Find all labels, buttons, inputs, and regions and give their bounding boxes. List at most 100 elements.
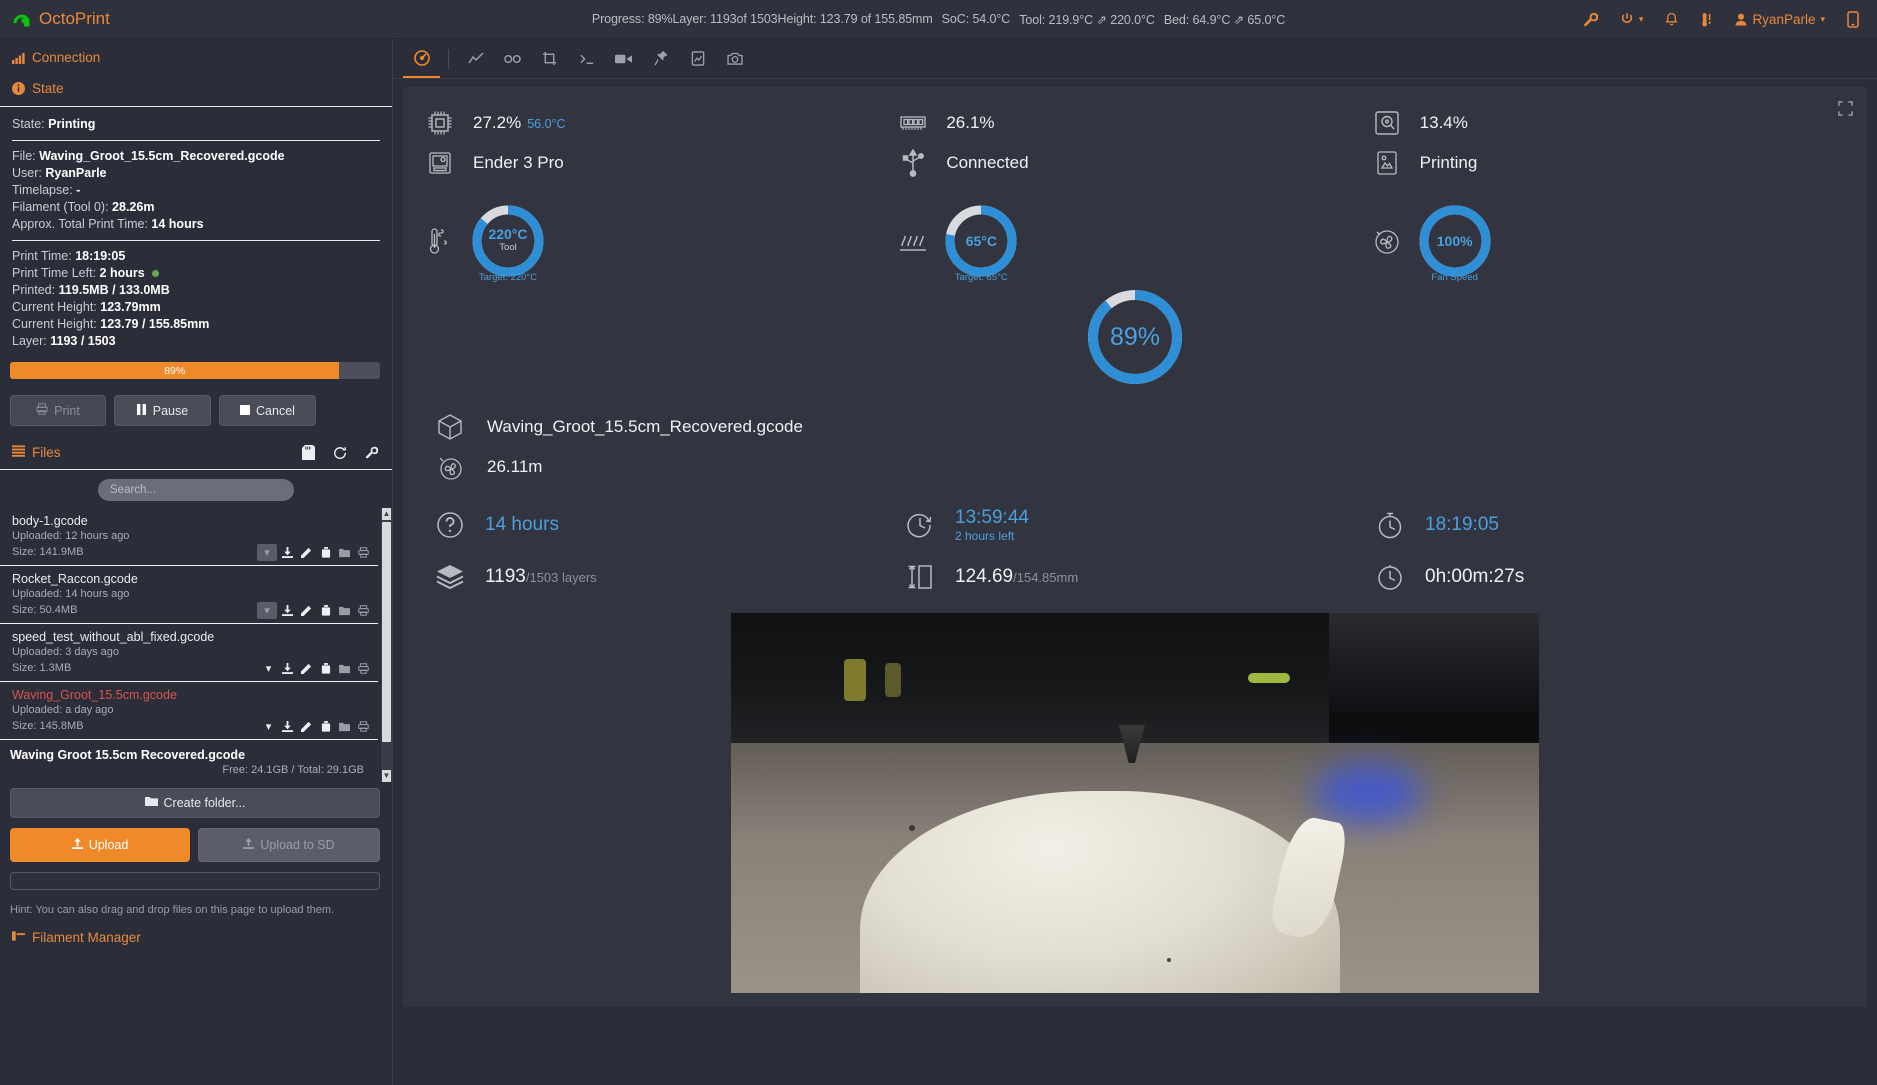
tab-webcam[interactable] xyxy=(716,40,753,78)
thermometer-tool-icon xyxy=(425,226,455,256)
green-strip xyxy=(1248,673,1291,683)
print-time-row: Print Time: 18:19:05 xyxy=(12,248,380,265)
edit-icon[interactable] xyxy=(298,602,315,619)
tab-temperature[interactable] xyxy=(457,40,494,78)
tab-bedlevel[interactable] xyxy=(642,40,679,78)
create-folder-button[interactable]: Create folder... xyxy=(10,788,380,818)
print-file-icon[interactable] xyxy=(355,544,372,561)
scroll-down-arrow[interactable]: ▼ xyxy=(382,770,391,782)
download-icon[interactable] xyxy=(279,718,296,735)
sidebar-section-state[interactable]: State xyxy=(0,75,392,106)
files-wrench-icon[interactable] xyxy=(365,446,378,459)
files-title-group[interactable]: Files xyxy=(12,445,61,460)
tab-plugin[interactable] xyxy=(679,40,716,78)
divider xyxy=(12,140,380,141)
upload-dropzone[interactable] xyxy=(10,872,380,890)
delete-icon[interactable] xyxy=(317,660,334,677)
bell-icon[interactable] xyxy=(1665,12,1678,27)
wrench-icon[interactable] xyxy=(1583,12,1598,27)
file-list: ▲ ▼ body-1.gcode Uploaded: 12 hours ago … xyxy=(0,508,392,782)
file-list-item[interactable]: body-1.gcode Uploaded: 12 hours ago Size… xyxy=(0,508,378,566)
expand-icon[interactable] xyxy=(1838,101,1853,119)
memory-value: 26.1% xyxy=(946,113,995,132)
mobile-icon[interactable] xyxy=(1847,10,1859,28)
scroll-up-arrow[interactable]: ▲ xyxy=(382,508,391,520)
tab-timelapse[interactable] xyxy=(605,40,642,78)
file-list-item[interactable]: Rocket_Raccon.gcode Uploaded: 14 hours a… xyxy=(0,566,378,624)
job-info-rows: Waving_Groot_15.5cm_Recovered.gcode 26.1… xyxy=(403,389,1867,487)
delete-icon[interactable] xyxy=(317,544,334,561)
current-height-row: Current Height: 123.79mm xyxy=(12,299,380,316)
upload-to-sd-button[interactable]: Upload to SD xyxy=(198,828,380,862)
sd-card-icon[interactable] xyxy=(302,445,315,460)
file-list-item[interactable]: speed_test_without_abl_fixed.gcode Uploa… xyxy=(0,624,378,682)
print-time-key: Print Time: xyxy=(12,249,72,263)
file-list-item[interactable]: Waving_Groot_15.5cm.gcode Uploaded: a da… xyxy=(0,682,378,740)
move-icon[interactable] xyxy=(336,602,353,619)
file-item-uploaded: Uploaded: 3 days ago xyxy=(12,646,120,658)
move-icon[interactable] xyxy=(336,544,353,561)
chevron-down-icon[interactable]: ▾ xyxy=(257,602,277,619)
tab-dashboard[interactable] xyxy=(403,40,440,78)
tab-terminal[interactable] xyxy=(568,40,605,78)
files-header-actions xyxy=(302,445,378,460)
delete-icon[interactable] xyxy=(317,718,334,735)
status-soc: SoC: 54.0°C xyxy=(941,12,1011,26)
printed-object xyxy=(860,791,1341,993)
tool-temp-gauge: 220°C Tool Target: 220°C xyxy=(469,202,547,283)
status-tool: Tool: 219.9°C ⇗ 220.0°C xyxy=(1019,12,1155,27)
print-button[interactable]: Print xyxy=(10,395,106,426)
search-input[interactable] xyxy=(98,479,294,501)
webcam-feed[interactable] xyxy=(731,613,1539,993)
cancel-button[interactable]: Cancel xyxy=(219,395,316,426)
webcam-wrap xyxy=(403,613,1867,993)
job-state-stat: Printing xyxy=(1372,143,1845,183)
print-file-icon[interactable] xyxy=(355,660,372,677)
job-progress-label: 89% xyxy=(1109,322,1161,351)
avatar xyxy=(1735,13,1747,25)
pause-button[interactable]: Pause xyxy=(114,395,211,426)
chevron-down-icon[interactable]: ▾ xyxy=(257,544,277,561)
file-list-scrollbar[interactable]: ▲ ▼ xyxy=(381,508,392,782)
tab-gcode-viewer[interactable] xyxy=(531,40,568,78)
edit-icon[interactable] xyxy=(298,718,315,735)
move-icon[interactable] xyxy=(336,660,353,677)
estimated-time-value: 14 hours xyxy=(485,514,559,535)
scroll-thumb[interactable] xyxy=(382,522,391,742)
download-icon[interactable] xyxy=(279,602,296,619)
job-filament-value: 26.11m xyxy=(487,457,543,476)
upload-button[interactable]: Upload xyxy=(10,828,190,862)
files-title: Files xyxy=(32,445,61,460)
print-time-value: 18:19:05 xyxy=(75,249,126,263)
brand[interactable]: OctoPrint xyxy=(0,9,110,29)
file-item-actions: ▾ xyxy=(257,602,372,619)
file-item-uploaded: Uploaded: a day ago xyxy=(12,704,114,716)
status-layer: Layer: 1193of 1503 xyxy=(672,12,778,26)
layer-row: Layer: 1193 / 1503 xyxy=(12,333,380,350)
disk-icon xyxy=(1372,108,1402,138)
refresh-icon[interactable] xyxy=(333,446,347,460)
chevron-down-icon[interactable]: ▾ xyxy=(260,660,277,677)
download-icon[interactable] xyxy=(279,660,296,677)
dashboard-panel: 27.2% 56.0°C 26.1% 13.4% Ender 3 Pro Con… xyxy=(403,87,1867,1007)
power-icon[interactable]: ▾ xyxy=(1620,12,1643,26)
tab-control[interactable] xyxy=(494,40,531,78)
job-stats-grid: 14 hours 13:59:44 2 hours left 18:19:05 … xyxy=(403,487,1867,603)
print-file-icon[interactable] xyxy=(355,602,372,619)
sidebar-section-filament-manager[interactable]: Filament Manager xyxy=(0,916,392,955)
sidebar-section-connection[interactable]: Connection xyxy=(0,39,392,75)
gauges-row: 220°C Tool Target: 220°C 65°C Target: 65… xyxy=(403,183,1867,291)
brass-screw xyxy=(844,659,867,701)
download-icon[interactable] xyxy=(279,544,296,561)
status-bed: Bed: 64.9°C ⇗ 65.0°C xyxy=(1163,12,1286,27)
edit-icon[interactable] xyxy=(298,544,315,561)
user-menu[interactable]: RyanParle ▾ xyxy=(1735,12,1825,27)
print-file-icon[interactable] xyxy=(355,718,372,735)
job-file-value: Waving_Groot_15.5cm_Recovered.gcode xyxy=(487,417,803,436)
move-icon[interactable] xyxy=(336,718,353,735)
thermometer-icon[interactable] xyxy=(1700,12,1713,27)
filament-value: 28.26m xyxy=(112,200,155,214)
chevron-down-icon[interactable]: ▾ xyxy=(260,718,277,735)
edit-icon[interactable] xyxy=(298,660,315,677)
delete-icon[interactable] xyxy=(317,602,334,619)
